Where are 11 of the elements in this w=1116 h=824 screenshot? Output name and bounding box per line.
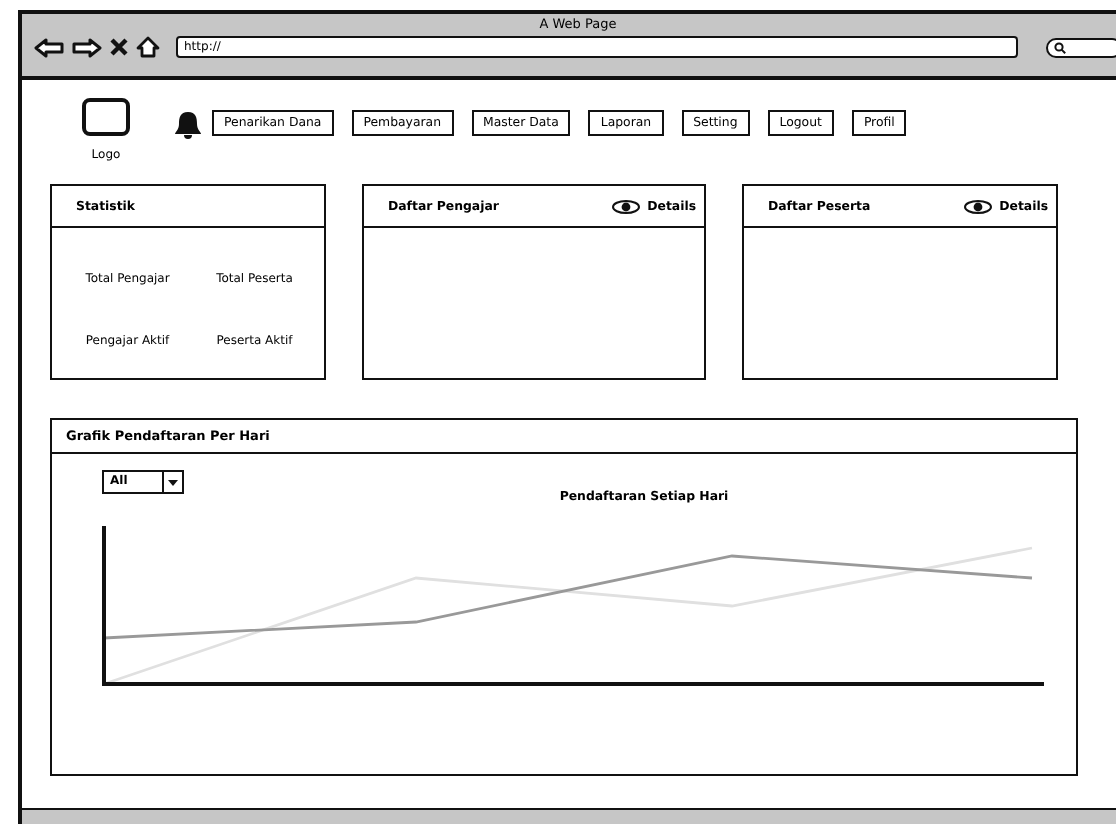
bell-icon[interactable] bbox=[172, 110, 204, 140]
eye-icon bbox=[611, 199, 640, 213]
eye-icon bbox=[963, 199, 992, 213]
caret-icon bbox=[168, 479, 178, 485]
close-icon[interactable] bbox=[110, 38, 128, 56]
search-field[interactable] bbox=[1046, 37, 1116, 57]
forward-icon[interactable] bbox=[72, 37, 102, 57]
back-icon[interactable] bbox=[34, 37, 64, 57]
logo-placeholder bbox=[82, 98, 130, 136]
search-icon bbox=[1054, 41, 1066, 53]
home-icon[interactable] bbox=[136, 36, 160, 58]
